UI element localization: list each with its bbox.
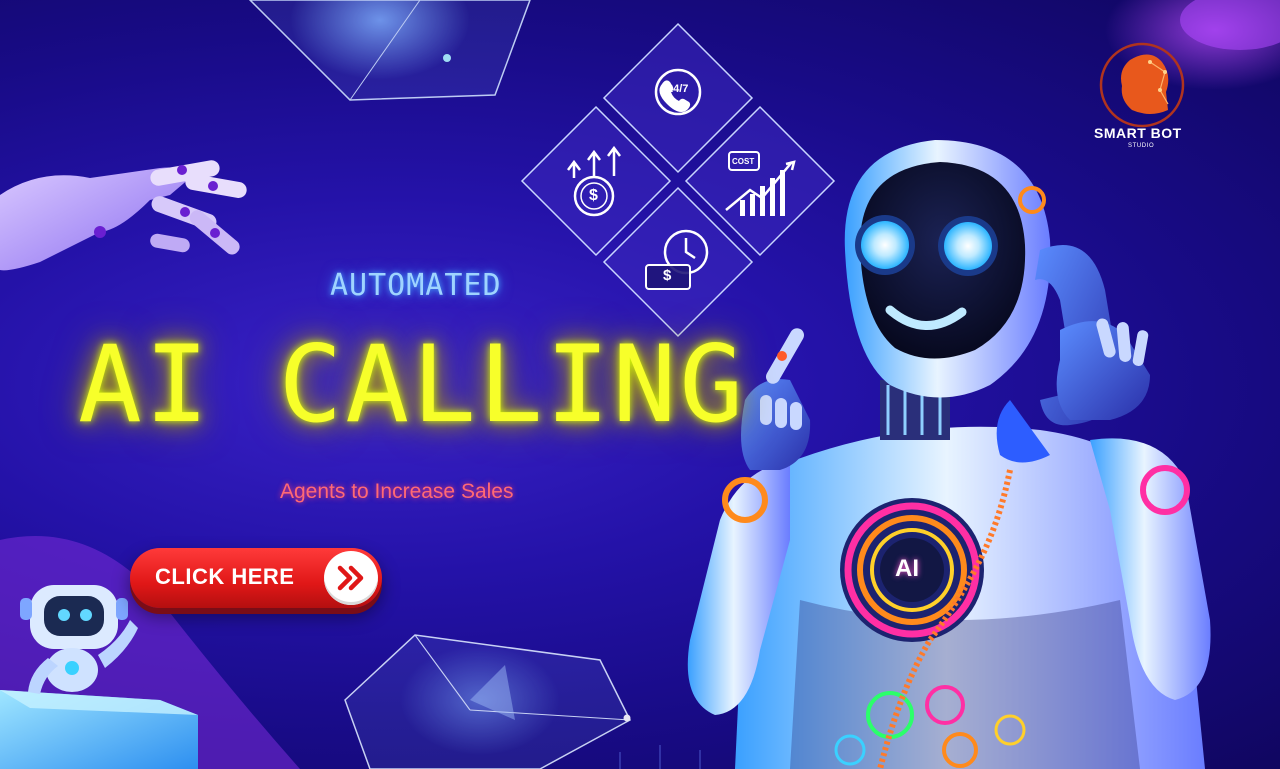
- brand-name: SMART BOT: [1094, 125, 1182, 141]
- brand-tagline: STUDIO: [1128, 143, 1155, 149]
- smart-bot-studio-logo: [1099, 42, 1185, 128]
- hero-banner: 24/7 COST $ $ AI AUTOMATED AI CALLING Ag…: [0, 0, 1280, 769]
